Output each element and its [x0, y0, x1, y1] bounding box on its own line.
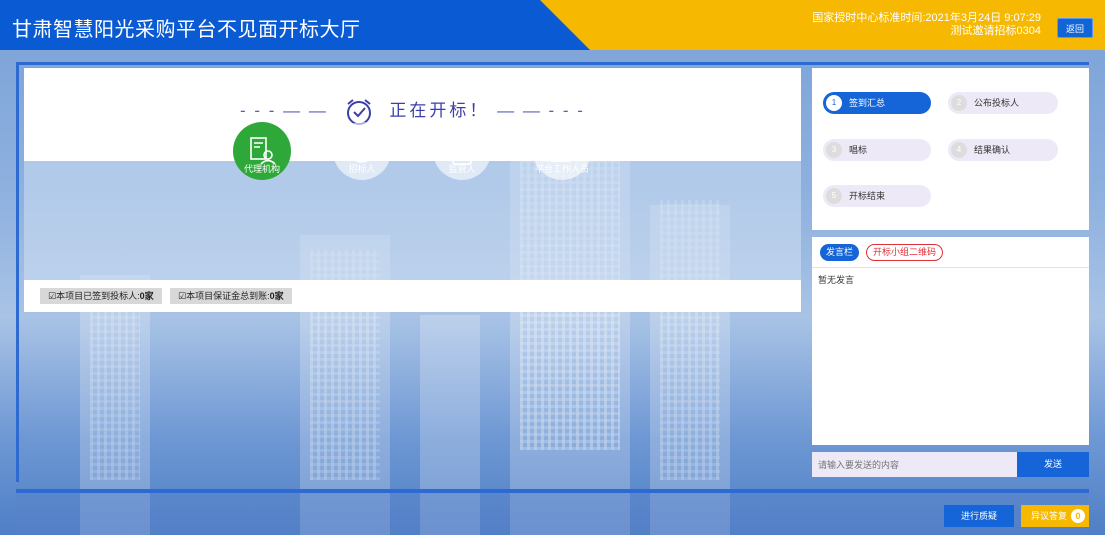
process-steps-panel: 1 签到汇总 2 公布投标人 3 唱标 4 结果确认 5 开标结束 — [812, 68, 1089, 230]
step-result-confirm[interactable]: 4 结果确认 — [948, 139, 1058, 161]
frame-border-top — [16, 62, 1089, 65]
step-number: 4 — [951, 142, 967, 158]
role-platform-staff[interactable]: 平台工作人员 — [533, 122, 591, 180]
header-bar: 甘肃智慧阳光采购平台不见面开标大厅 国家授时中心标准时间:2021年3月24日 … — [0, 0, 1105, 50]
role-agency[interactable]: 代理机构 — [233, 122, 291, 180]
divider — [812, 267, 1089, 268]
step-label: 签到汇总 — [849, 98, 886, 108]
frame-border-left — [16, 62, 19, 482]
signed-label: 本项目已签到投标人: — [56, 291, 140, 301]
objection-reply-button[interactable]: 异议答复 0 — [1021, 505, 1089, 527]
step-number: 5 — [826, 188, 842, 204]
deposit-chip: ☑本项目保证金总到账:0家 — [170, 288, 292, 304]
role-tenderer[interactable]: 招标人 — [333, 122, 391, 180]
staff-icon — [550, 141, 574, 162]
step-number: 3 — [826, 142, 842, 158]
role-label: 平台工作人员 — [534, 164, 589, 174]
time-info: 国家授时中心标准时间:2021年3月24日 9:07:29 测试邀请招标0304 — [812, 12, 1041, 38]
step-label: 唱标 — [849, 145, 868, 155]
target-icon — [350, 139, 374, 163]
step-opening-end[interactable]: 5 开标结束 — [823, 185, 931, 207]
project-name: 测试邀请招标0304 — [950, 25, 1041, 37]
status-dashes-left: - - - — — — [240, 101, 328, 120]
role-label: 监管人 — [448, 164, 476, 174]
step-sign-in-summary[interactable]: 1 签到汇总 — [823, 92, 931, 114]
signed-bidders-chip: ☑本项目已签到投标人:0家 — [40, 288, 162, 304]
page-title: 甘肃智慧阳光采购平台不见面开标大厅 — [12, 19, 361, 41]
checkbox-icon: ☑ — [48, 291, 57, 301]
role-label: 代理机构 — [243, 164, 280, 174]
tab-speech[interactable]: 发言栏 — [820, 244, 860, 261]
step-label: 开标结束 — [849, 191, 886, 201]
step-label: 公布投标人 — [974, 98, 1020, 108]
chat-panel: 发言栏 开标小组二维码 暂无发言 — [812, 237, 1089, 445]
bottom-bar — [16, 489, 1089, 535]
objection-label: 异议答复 — [1031, 511, 1068, 521]
tab-qr-code[interactable]: 开标小组二维码 — [866, 244, 944, 261]
deposit-label: 本项目保证金总到账: — [186, 291, 270, 301]
signed-count: 0家 — [139, 291, 154, 301]
message-input-row: 发送 — [812, 452, 1089, 477]
objection-count-badge: 0 — [1071, 509, 1085, 523]
role-supervisor[interactable]: 监管人 — [433, 122, 491, 180]
send-button[interactable]: 发送 — [1017, 452, 1089, 477]
step-number: 2 — [951, 95, 967, 111]
role-label: 招标人 — [348, 164, 376, 174]
deposit-count: 0家 — [269, 291, 284, 301]
step-announce-bidders[interactable]: 2 公布投标人 — [948, 92, 1058, 114]
status-text: 正在开标！ — [389, 101, 490, 120]
message-input[interactable] — [812, 452, 1017, 477]
standard-time: 国家授时中心标准时间:2021年3月24日 9:07:29 — [812, 12, 1041, 24]
raise-question-button[interactable]: 进行质疑 — [944, 505, 1014, 527]
chat-empty-message: 暂无发言 — [818, 275, 855, 285]
status-dashes-right: — — - - - — [497, 101, 585, 120]
role-list: 代理机构 招标人 监管人 平台工作人员 — [210, 122, 591, 192]
step-number: 1 — [826, 95, 842, 111]
checkbox-icon: ☑ — [178, 291, 187, 301]
step-bid-reading[interactable]: 3 唱标 — [823, 139, 931, 161]
summary-bar: ☑本项目已签到投标人:0家 ☑本项目保证金总到账:0家 — [24, 280, 801, 312]
step-label: 结果确认 — [974, 145, 1011, 155]
back-button[interactable]: 返回 — [1057, 18, 1093, 38]
